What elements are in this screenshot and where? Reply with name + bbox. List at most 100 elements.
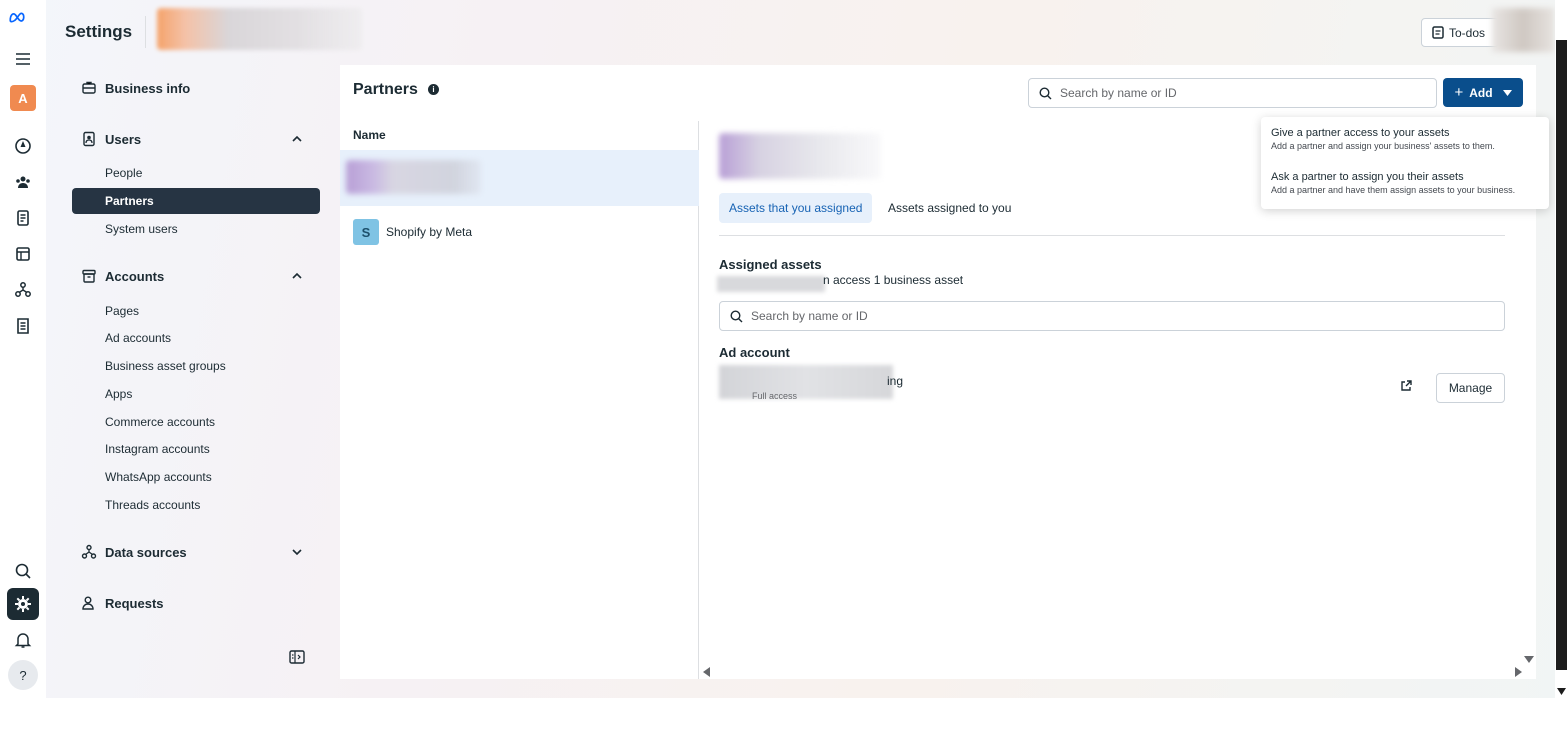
assigned-assets-title: Assigned assets (719, 257, 822, 272)
scroll-down-arrow-icon[interactable] (1557, 688, 1566, 695)
ad-access-level: Full access (752, 391, 798, 401)
partner-row-selected[interactable] (340, 150, 699, 206)
add-partner-button[interactable]: + Add (1443, 78, 1523, 107)
meta-logo-icon[interactable] (8, 8, 26, 26)
chevron-up-icon[interactable] (290, 269, 304, 283)
sidebar-item-whatsapp-accounts[interactable]: WhatsApp accounts (72, 464, 320, 490)
ad-account-name: ing (887, 374, 904, 388)
compass-icon[interactable] (11, 134, 35, 158)
sidebar-label-data-sources: Data sources (105, 544, 187, 560)
access-summary: n access 1 business asset (823, 273, 964, 287)
todos-label: To-dos (1449, 25, 1486, 40)
sidebar-section-accounts[interactable]: Accounts (72, 261, 320, 291)
menu-item-description: Add a partner and assign your business' … (1271, 141, 1495, 151)
sidebar-item-business-asset-groups[interactable]: Business asset groups (72, 353, 320, 379)
tabs-divider (719, 235, 1505, 236)
info-icon[interactable]: i (428, 84, 439, 95)
settings-icon[interactable] (7, 588, 39, 620)
partner-list: Name S Shopify by Meta (340, 121, 699, 679)
inventory-icon[interactable] (11, 242, 35, 266)
search-icon (1039, 86, 1052, 99)
sidebar-item-threads-accounts[interactable]: Threads accounts (72, 492, 320, 518)
sidebar-label-users: Users (105, 131, 142, 147)
sidebar-item-ad-accounts[interactable]: Ad accounts (72, 325, 320, 351)
sidebar-label-pages: Pages (105, 304, 140, 318)
user-avatar[interactable] (1492, 8, 1554, 52)
partner-avatar: S (353, 219, 379, 245)
pages-icon[interactable] (11, 206, 35, 230)
asset-search-field[interactable] (719, 301, 1505, 331)
ad-account-title: Ad account (719, 345, 790, 360)
todos-button[interactable]: To-dos (1421, 18, 1499, 47)
redacted-text (717, 276, 825, 292)
partner-row[interactable]: S Shopify by Meta (340, 206, 699, 258)
partner-search-input[interactable] (1060, 86, 1418, 100)
sidebar-label-requests: Requests (105, 595, 164, 611)
sidebar-item-commerce-accounts[interactable]: Commerce accounts (72, 409, 320, 435)
briefcase-icon (72, 80, 105, 96)
person-request-icon (72, 595, 105, 611)
help-icon[interactable]: ? (8, 660, 38, 690)
partner-name: Shopify by Meta (386, 225, 473, 239)
chevron-up-icon[interactable] (290, 132, 304, 146)
plus-icon: + (1454, 84, 1464, 101)
chevron-down-icon[interactable] (290, 545, 304, 559)
sidebar-item-partners[interactable]: Partners (72, 188, 320, 214)
sidebar-item-system-users[interactable]: System users (72, 216, 320, 242)
menu-item-description: Add a partner and have them assign asset… (1271, 185, 1516, 195)
menu-item-ask-partner[interactable]: Ask a partner to assign you their assets… (1271, 171, 1546, 195)
sidebar-section-users[interactable]: Users (72, 124, 320, 154)
business-selector[interactable] (157, 8, 362, 50)
scroll-left-icon[interactable] (703, 667, 711, 677)
name-column-header[interactable]: Name (353, 128, 386, 142)
search-icon[interactable] (11, 559, 35, 583)
sidebar-section-data-sources[interactable]: Data sources (72, 537, 320, 567)
sidebar-item-instagram-accounts[interactable]: Instagram accounts (72, 436, 320, 462)
todo-list-icon (1432, 26, 1444, 39)
partner-search-field[interactable] (1028, 78, 1437, 108)
menu-item-give-access[interactable]: Give a partner access to your assets Add… (1271, 127, 1546, 151)
notifications-icon[interactable] (11, 628, 35, 652)
add-partner-menu: Give a partner access to your assets Add… (1261, 117, 1549, 209)
sidebar-label-commerce-accounts: Commerce accounts (105, 415, 216, 429)
sidebar-item-business-info[interactable]: Business info (72, 73, 320, 103)
header-divider (145, 16, 146, 48)
sidebar-label-apps: Apps (105, 387, 133, 401)
scroll-down-icon[interactable] (1524, 655, 1534, 663)
sidebar-label-partners: Partners (105, 194, 154, 208)
sidebar-label-instagram-accounts: Instagram accounts (105, 442, 210, 456)
manage-button[interactable]: Manage (1436, 373, 1505, 403)
menu-icon[interactable] (11, 47, 35, 71)
redacted-ad-account (719, 365, 893, 399)
asset-search-input[interactable] (751, 309, 1448, 323)
collapse-sidebar-icon[interactable] (289, 650, 305, 664)
integrations-icon[interactable] (11, 278, 35, 302)
sidebar-label-system-users: System users (105, 222, 178, 236)
panel-title: Partners (353, 81, 418, 98)
sidebar-label-accounts: Accounts (105, 268, 165, 284)
sidebar-label-business-asset-groups: Business asset groups (105, 359, 226, 373)
redacted-partner-header (719, 133, 881, 179)
scroll-right-icon[interactable] (1514, 667, 1522, 677)
tab-assets-assigned-to-you[interactable]: Assets assigned to you (878, 193, 1021, 223)
search-icon (730, 309, 743, 322)
billing-icon[interactable] (11, 314, 35, 338)
caret-down-icon (1502, 89, 1512, 96)
sidebar-label-business-info: Business info (105, 80, 191, 96)
sidebar-item-requests[interactable]: Requests (72, 588, 320, 618)
sidebar-label-people: People (105, 166, 143, 180)
left-rail: A ? (0, 0, 46, 698)
menu-item-title: Give a partner access to your assets (1271, 127, 1450, 139)
sidebar-label-threads-accounts: Threads accounts (105, 498, 201, 512)
tab-assets-you-assigned[interactable]: Assets that you assigned (719, 193, 873, 223)
people-icon[interactable] (11, 170, 35, 194)
app-window: A ? Settings To-dos Business info Users … (0, 0, 1568, 698)
external-link-icon[interactable] (1399, 379, 1413, 393)
sidebar-item-apps[interactable]: Apps (72, 381, 320, 407)
menu-item-title: Ask a partner to assign you their assets (1271, 171, 1464, 183)
page-scrollbar-thumb[interactable] (1556, 40, 1567, 670)
account-avatar[interactable]: A (10, 85, 36, 111)
sidebar-item-pages[interactable]: Pages (72, 298, 320, 324)
data-sources-icon (72, 544, 105, 560)
sidebar-item-people[interactable]: People (72, 160, 320, 186)
